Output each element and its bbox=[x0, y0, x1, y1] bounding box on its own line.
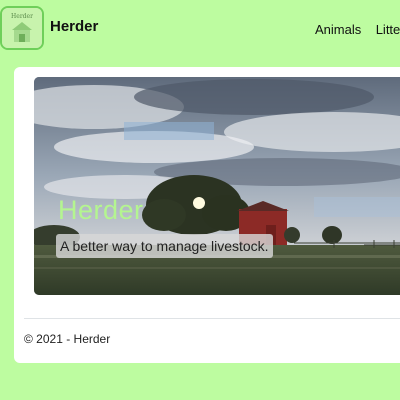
nav-link-litters[interactable]: Litters bbox=[376, 22, 400, 37]
nav-links: Animals Litters bbox=[315, 21, 400, 39]
logo-text: Herder bbox=[11, 13, 33, 20]
footer-copyright: © 2021 - Herder bbox=[24, 332, 111, 346]
main-card: Herder A better way to manage livestock.… bbox=[14, 67, 400, 363]
nav-link-animals[interactable]: Animals bbox=[315, 22, 361, 37]
farm-landscape-image bbox=[34, 77, 400, 295]
hero-tagline: A better way to manage livestock. bbox=[56, 234, 273, 258]
brand-name[interactable]: Herder bbox=[50, 18, 98, 35]
barn-icon: Herder bbox=[2, 8, 42, 48]
hero-banner: Herder A better way to manage livestock. bbox=[34, 77, 400, 295]
herder-logo[interactable]: Herder bbox=[0, 6, 44, 50]
hero-title: Herder bbox=[58, 195, 144, 225]
footer-divider bbox=[24, 318, 400, 319]
navbar: Herder Herder Animals Litters bbox=[0, 0, 400, 56]
